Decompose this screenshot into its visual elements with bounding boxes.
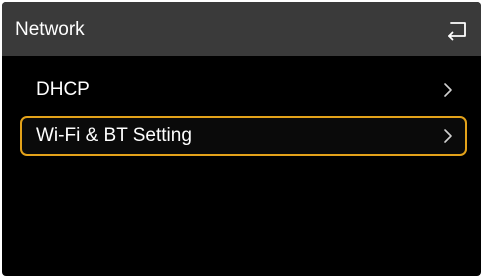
chevron-right-icon <box>444 83 452 97</box>
network-screen: Network DHCP Wi-Fi & BT Setting <box>2 2 481 276</box>
chevron-right-icon <box>444 129 452 143</box>
menu-item-label: DHCP <box>36 79 90 100</box>
menu-item-label: Wi-Fi & BT Setting <box>36 125 192 146</box>
header-bar: Network <box>2 2 481 56</box>
page-title: Network <box>15 19 85 40</box>
back-arrow-icon[interactable] <box>445 17 469 41</box>
menu-item-wifi-bt-setting[interactable]: Wi-Fi & BT Setting <box>20 116 467 156</box>
menu-item-dhcp[interactable]: DHCP <box>20 70 467 110</box>
